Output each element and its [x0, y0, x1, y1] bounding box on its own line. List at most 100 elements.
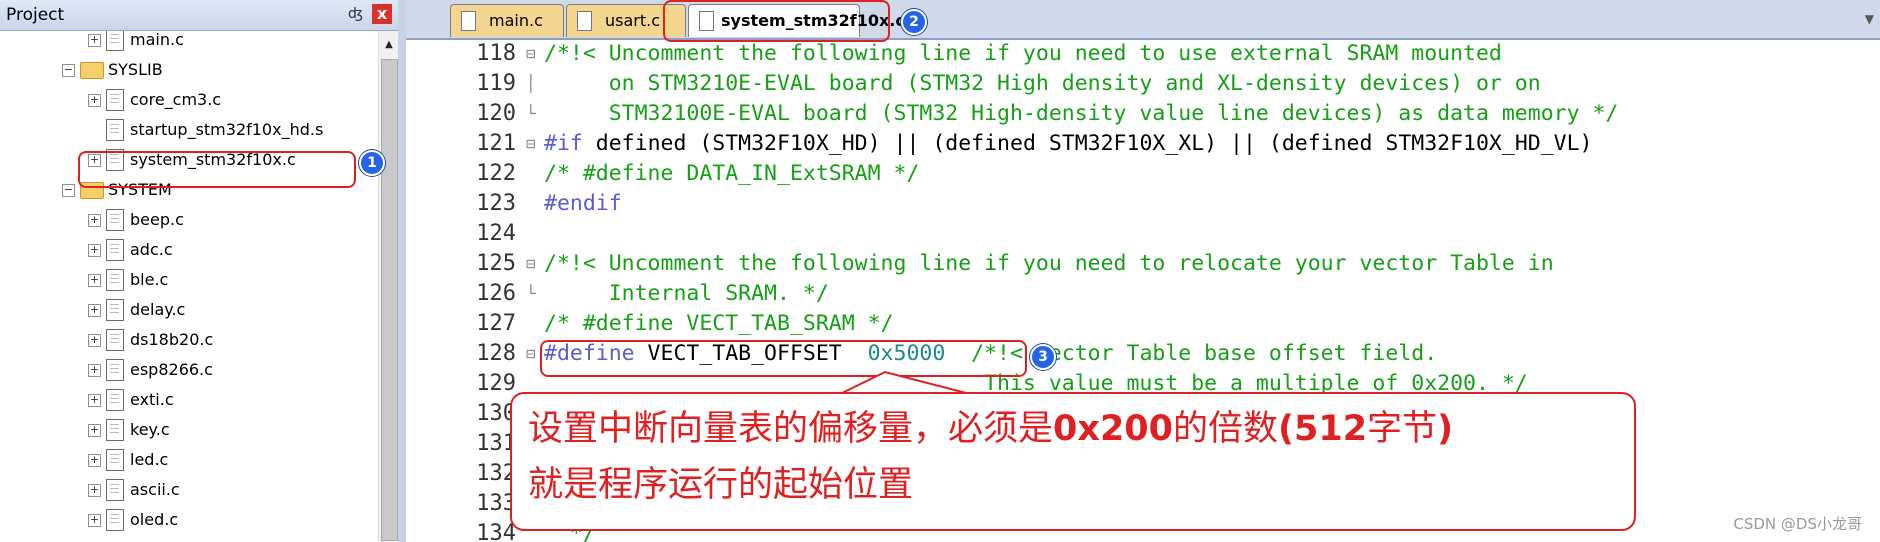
tree-file[interactable]: + beep.c — [0, 205, 376, 235]
line-number: 128 — [476, 341, 516, 366]
line-number-gutter: 118 119 120 121 122 123 124 125 126 127 128 129 130 1… — [406, 40, 524, 542]
close-icon[interactable]: x — [372, 4, 392, 24]
expand-icon[interactable]: + — [88, 484, 101, 497]
file-icon — [106, 419, 124, 441]
fold-line: └ — [526, 284, 536, 303]
line-number: 118 — [476, 41, 516, 66]
badge-3: 3 — [1030, 344, 1056, 370]
fold-toggle-icon[interactable]: ⊟ — [526, 249, 536, 279]
tree-item-label: esp8266.c — [130, 360, 213, 379]
line-number: 122 — [476, 161, 516, 186]
tab-scroll-arrow-icon[interactable]: ▼ — [1865, 12, 1874, 26]
pin-icon[interactable]: ʤ — [348, 6, 363, 22]
code-line[interactable]: STM32100E-EVAL board (STM32 High-density… — [544, 99, 1619, 129]
expand-icon[interactable]: + — [88, 244, 101, 257]
expand-icon[interactable]: + — [88, 394, 101, 407]
tree-file[interactable]: + key.c — [0, 415, 376, 445]
fold-toggle-icon[interactable]: ⊟ — [526, 129, 536, 159]
file-icon — [106, 209, 124, 231]
pane-title: Project — [6, 5, 65, 25]
tree-file[interactable]: + ble.c — [0, 265, 376, 295]
highlight-box-active-tab — [663, 0, 890, 42]
expand-icon[interactable]: + — [88, 274, 101, 287]
tree-file[interactable]: startup_stm32f10x_hd.s — [0, 115, 376, 145]
file-icon — [461, 11, 476, 31]
tree-file[interactable]: + exti.c — [0, 385, 376, 415]
tree-item-label: core_cm3.c — [130, 90, 222, 109]
tree-item-label: beep.c — [130, 210, 184, 229]
fold-toggle-icon[interactable]: ⊟ — [526, 339, 536, 369]
collapse-icon[interactable]: − — [62, 184, 75, 197]
code-line[interactable]: on STM3210E-EVAL board (STM32 High densi… — [544, 69, 1541, 99]
file-icon — [106, 239, 124, 261]
fold-toggle-icon[interactable]: ⊟ — [526, 40, 536, 69]
pane-splitter[interactable] — [398, 0, 406, 542]
line-number: 134 — [476, 521, 516, 542]
annotation-callout: 设置中断向量表的偏移量，必须是0x200的倍数(512字节) 就是程序运行的起始… — [510, 392, 1636, 531]
tree-file[interactable]: + core_cm3.c — [0, 85, 376, 115]
badge-1: 1 — [359, 150, 385, 176]
expand-icon[interactable]: + — [88, 514, 101, 527]
line-number: 131 — [476, 431, 516, 456]
fold-line: │ — [526, 74, 536, 93]
highlight-box-tree-item — [78, 151, 356, 188]
file-icon — [106, 269, 124, 291]
code-line[interactable]: #endif — [544, 189, 622, 219]
collapse-icon[interactable]: − — [62, 64, 75, 77]
fold-line: └ — [526, 104, 536, 123]
code-token: /*!< Uncomment the following line if you… — [544, 41, 1502, 66]
code-line[interactable]: /* #define VECT_TAB_SRAM */ — [544, 309, 894, 339]
expand-icon[interactable]: + — [88, 34, 101, 47]
expand-icon[interactable]: + — [88, 454, 101, 467]
tree-folder[interactable]: − SYSLIB — [0, 55, 376, 85]
tree-item-label: delay.c — [130, 300, 186, 319]
tree-file[interactable]: + oled.c — [0, 505, 376, 535]
file-icon — [106, 449, 124, 471]
tree-file[interactable]: + ds18b20.c — [0, 325, 376, 355]
code-line[interactable]: /* #define DATA_IN_ExtSRAM */ — [544, 159, 919, 189]
expand-icon[interactable]: + — [88, 94, 101, 107]
line-number: 133 — [476, 491, 516, 516]
tree-item-label: oled.c — [130, 510, 179, 529]
tree-file[interactable]: + ascii.c — [0, 475, 376, 505]
tree-file[interactable]: + led.c — [0, 445, 376, 475]
expand-icon[interactable]: + — [88, 334, 101, 347]
tab-main-c[interactable]: main.c — [450, 4, 564, 37]
tree-file[interactable]: + main.c — [0, 31, 376, 55]
expand-icon[interactable]: + — [88, 424, 101, 437]
file-icon — [106, 119, 124, 141]
expand-icon[interactable]: + — [88, 364, 101, 377]
editor-tab-bar: main.c usart.c system_stm32f10x.c ▼ — [406, 0, 1880, 40]
expand-icon[interactable]: + — [88, 214, 101, 227]
file-icon — [106, 329, 124, 351]
callout-text-bold: ) — [1437, 409, 1454, 449]
tree-item-label: startup_stm32f10x_hd.s — [130, 120, 324, 139]
project-tree: + main.c − SYSLIB + core_cm3.c startup_stm32f1… — [0, 31, 378, 542]
tab-label: main.c — [489, 11, 543, 30]
code-line[interactable]: Internal SRAM. */ — [544, 279, 829, 309]
code-line[interactable]: /*!< Uncomment the following line if you… — [544, 249, 1554, 279]
line-number: 130 — [476, 401, 516, 426]
expand-icon[interactable]: + — [88, 304, 101, 317]
callout-text: 字节 — [1367, 409, 1438, 449]
callout-line-2: 就是程序运行的起始位置 — [528, 465, 914, 505]
code-token: on STM3210E-EVAL board (STM32 High densi… — [544, 71, 1541, 96]
scroll-thumb[interactable] — [381, 59, 398, 541]
code-line[interactable]: #if defined (STM32F10X_HD) || (defined S… — [544, 129, 1592, 159]
line-number: 125 — [476, 251, 516, 276]
scroll-up-icon[interactable]: ▲ — [381, 37, 397, 53]
line-number: 119 — [476, 71, 516, 96]
line-number: 121 — [476, 131, 516, 156]
code-line[interactable]: /*!< Uncomment the following line if you… — [544, 40, 1502, 69]
tree-file[interactable]: + esp8266.c — [0, 355, 376, 385]
tree-file[interactable]: + adc.c — [0, 235, 376, 265]
tree-item-label: ds18b20.c — [130, 330, 214, 349]
line-number: 129 — [476, 371, 516, 396]
tree-scrollbar[interactable]: ▲ — [378, 31, 398, 542]
line-number: 126 — [476, 281, 516, 306]
tree-item-label: ascii.c — [130, 480, 180, 499]
file-icon — [106, 359, 124, 381]
tree-item-label: main.c — [130, 31, 184, 49]
tree-file[interactable]: + delay.c — [0, 295, 376, 325]
tree-item-label: key.c — [130, 420, 170, 439]
